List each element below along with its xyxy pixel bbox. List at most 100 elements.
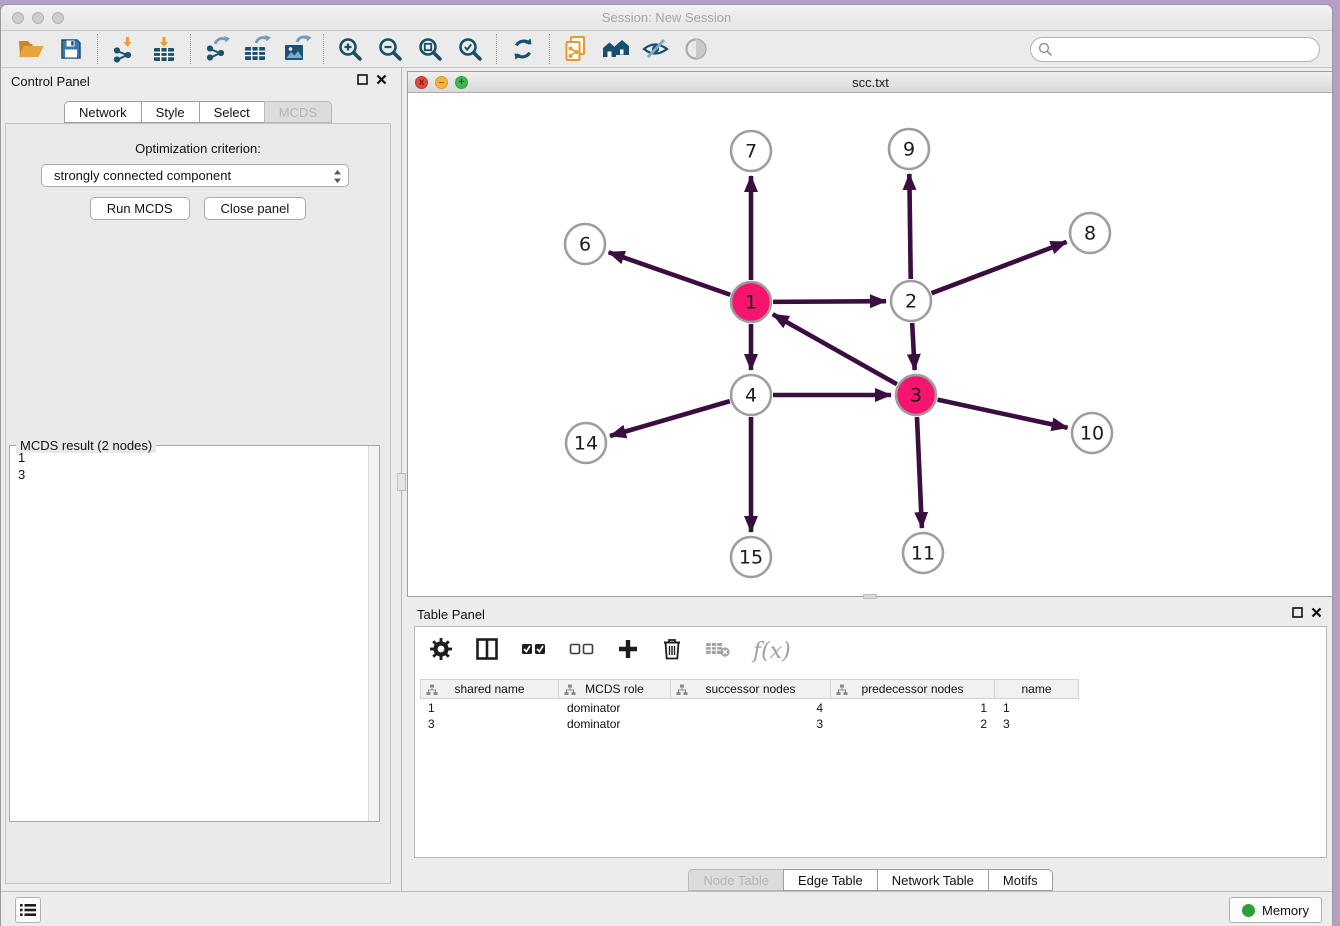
- node-label-3: 3: [910, 385, 922, 407]
- zoom-selected-button[interactable]: [453, 34, 487, 64]
- tab-network[interactable]: Network: [64, 101, 141, 123]
- tab-edge-table[interactable]: Edge Table: [783, 869, 877, 891]
- create-column-button[interactable]: [617, 638, 639, 665]
- import-network-icon: [110, 35, 138, 63]
- mcds-result-text[interactable]: 1 3: [11, 449, 367, 820]
- optimization-criterion-select[interactable]: strongly connected component: [41, 164, 349, 187]
- close-panel-button[interactable]: Close panel: [204, 197, 307, 220]
- edge-1-6[interactable]: [609, 252, 731, 294]
- table-cell[interactable]: 2: [831, 716, 995, 732]
- open-session-button[interactable]: [14, 34, 48, 64]
- network-canvas[interactable]: 7968124314101511: [408, 94, 1333, 596]
- node-label-15: 15: [739, 547, 763, 569]
- delete-columns-button[interactable]: [661, 637, 683, 666]
- table-row[interactable]: 1dominator411: [420, 700, 1079, 716]
- plus-icon: [617, 638, 639, 660]
- dropdown-stepper-icon: [333, 169, 342, 184]
- deselect-all-columns-button[interactable]: [569, 640, 595, 663]
- run-mcds-button[interactable]: Run MCDS: [90, 197, 190, 220]
- table-cell[interactable]: dominator: [559, 700, 671, 716]
- network-graph[interactable]: 7968124314101511: [408, 94, 1333, 597]
- function-builder-button[interactable]: f(x): [753, 639, 791, 664]
- tab-network-table[interactable]: Network Table: [877, 869, 988, 891]
- export-image-button[interactable]: [280, 34, 314, 64]
- export-table-button[interactable]: [240, 34, 274, 64]
- table-panel: Table Panel f(x) shared nameMCDS rolesuc…: [407, 601, 1333, 891]
- tab-motifs[interactable]: Motifs: [988, 869, 1053, 891]
- select-all-columns-button[interactable]: [521, 640, 547, 663]
- memory-button[interactable]: Memory: [1229, 897, 1322, 923]
- table-cell[interactable]: 1: [420, 700, 559, 716]
- table-settings-button[interactable]: [429, 637, 453, 666]
- edge-3-11[interactable]: [917, 417, 922, 528]
- trash-icon: [661, 637, 683, 661]
- node-label-1: 1: [745, 292, 757, 314]
- hide-graphics-button[interactable]: [639, 34, 673, 64]
- import-table-button[interactable]: [147, 34, 181, 64]
- close-panel-icon[interactable]: [376, 74, 387, 85]
- float-panel-icon[interactable]: [357, 74, 368, 85]
- float-panel-icon[interactable]: [1292, 607, 1303, 618]
- edge-1-2[interactable]: [773, 301, 886, 302]
- clone-network-button[interactable]: [559, 34, 593, 64]
- eye-disabled-icon: [682, 36, 710, 62]
- table-cell[interactable]: 1: [831, 700, 995, 716]
- zoom-fit-button[interactable]: [413, 34, 447, 64]
- save-session-button[interactable]: [54, 34, 88, 64]
- zoom-fit-icon: [417, 36, 443, 62]
- edge-2-8[interactable]: [932, 242, 1067, 293]
- node-label-2: 2: [905, 291, 917, 313]
- close-panel-icon[interactable]: [1311, 607, 1322, 618]
- control-panel-title: Control Panel: [11, 74, 90, 89]
- delete-table-button[interactable]: [705, 639, 731, 664]
- import-table-icon: [150, 35, 178, 63]
- table-row[interactable]: 3dominator323: [420, 716, 1079, 732]
- edge-2-3[interactable]: [912, 323, 915, 370]
- edge-3-10[interactable]: [938, 400, 1068, 428]
- column-header-predecessor-nodes[interactable]: predecessor nodes: [831, 679, 995, 699]
- tab-node-table[interactable]: Node Table: [688, 869, 783, 891]
- tab-style[interactable]: Style: [141, 101, 199, 123]
- zoom-selected-icon: [457, 36, 483, 62]
- table-cell[interactable]: dominator: [559, 716, 671, 732]
- search-icon: [1038, 42, 1053, 57]
- column-header-shared-name[interactable]: shared name: [420, 679, 559, 699]
- node-label-14: 14: [574, 433, 598, 455]
- tab-mcds[interactable]: MCDS: [264, 101, 332, 123]
- table-cell[interactable]: 1: [995, 700, 1079, 716]
- toolbar-separator: [496, 34, 497, 64]
- network-resize-grip[interactable]: [863, 594, 877, 599]
- network-window: x – + scc.txt 7968124314101511: [407, 71, 1333, 597]
- zoom-in-button[interactable]: [333, 34, 367, 64]
- table-cell[interactable]: 3: [671, 716, 831, 732]
- task-history-button[interactable]: [15, 897, 41, 923]
- open-folder-icon: [17, 37, 45, 61]
- show-graphics-button[interactable]: [679, 34, 713, 64]
- table-panel-body: f(x) shared nameMCDS rolesuccessor nodes…: [414, 626, 1327, 858]
- toolbar-separator: [323, 34, 324, 64]
- column-header-MCDS-role[interactable]: MCDS role: [559, 679, 671, 699]
- table-cell[interactable]: 3: [995, 716, 1079, 732]
- zoom-in-icon: [337, 36, 363, 62]
- splitter-grip[interactable]: [397, 473, 406, 491]
- edge-2-9[interactable]: [909, 174, 910, 279]
- home-networks-button[interactable]: [599, 34, 633, 64]
- tab-select[interactable]: Select: [199, 101, 264, 123]
- import-network-button[interactable]: [107, 34, 141, 64]
- app-title: Session: New Session: [1, 10, 1332, 25]
- column-header-name[interactable]: name: [995, 679, 1079, 699]
- table-cell[interactable]: 4: [671, 700, 831, 716]
- result-scrollbar[interactable]: [368, 446, 379, 821]
- node-label-7: 7: [745, 141, 757, 163]
- edge-4-14[interactable]: [610, 401, 730, 436]
- export-network-button[interactable]: [200, 34, 234, 64]
- zoom-out-button[interactable]: [373, 34, 407, 64]
- checked-checkboxes-icon: [521, 640, 547, 658]
- table-cell[interactable]: 3: [420, 716, 559, 732]
- search-input[interactable]: [1030, 37, 1320, 62]
- apply-layout-button[interactable]: [506, 34, 540, 64]
- edge-3-1[interactable]: [773, 314, 897, 384]
- eye-slash-icon: [642, 36, 670, 62]
- show-columns-button[interactable]: [475, 637, 499, 666]
- column-header-successor-nodes[interactable]: successor nodes: [671, 679, 831, 699]
